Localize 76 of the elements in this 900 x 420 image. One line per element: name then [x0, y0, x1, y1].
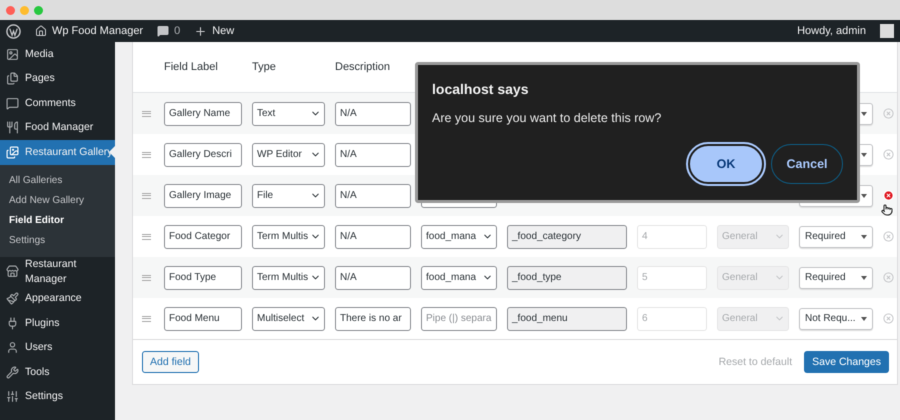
sidebar-item[interactable]: Pages — [0, 66, 115, 91]
required-select[interactable]: Required — [799, 226, 873, 248]
required-select[interactable]: Not Requ... — [799, 308, 873, 330]
image-icon — [6, 48, 19, 61]
comment-count: 0 — [174, 25, 180, 37]
ok-button[interactable]: OK — [688, 144, 764, 184]
description-input[interactable]: N/A — [335, 142, 411, 166]
pointer-cursor-icon — [881, 204, 893, 216]
site-name-link[interactable]: Wp Food Manager — [52, 25, 144, 37]
label-input[interactable]: Gallery Name — [164, 102, 242, 126]
cancel-button[interactable]: Cancel — [771, 144, 843, 184]
label-input[interactable]: Gallery Image — [164, 184, 242, 208]
sidebar-item[interactable]: Restaurant Gallery — [0, 140, 115, 164]
column-header: Description — [335, 61, 392, 73]
sidebar-item[interactable]: Users — [0, 336, 115, 360]
description-input[interactable]: N/A — [335, 102, 411, 126]
description-input[interactable]: There is no ar — [335, 306, 411, 330]
drag-handle-icon[interactable] — [142, 192, 151, 198]
submenu-item[interactable]: All Galleries — [0, 170, 115, 190]
pages-icon — [6, 72, 19, 86]
store-icon — [6, 265, 19, 278]
utensils-icon — [6, 121, 19, 134]
drag-handle-icon[interactable] — [142, 152, 151, 158]
dialog-message: Are you sure you want to delete this row? — [432, 111, 662, 125]
description-input[interactable]: N/A — [335, 224, 411, 248]
drag-handle-icon[interactable] — [142, 316, 151, 322]
sidebar-item[interactable]: Restaurant Manager — [0, 256, 115, 286]
sidebar-item[interactable]: Comments — [0, 91, 115, 116]
submenu-item[interactable]: Add New Gallery — [0, 190, 115, 210]
column-header: Type — [252, 61, 277, 73]
maximize-dot[interactable] — [34, 6, 43, 14]
plus-icon[interactable] — [194, 24, 208, 38]
drag-handle-icon[interactable] — [142, 110, 151, 116]
paintbrush-icon — [6, 292, 19, 306]
close-dot[interactable] — [6, 6, 15, 14]
type-select[interactable]: Multiselect — [252, 306, 325, 330]
sidebar-item[interactable]: Plugins — [0, 311, 115, 336]
add-field-button[interactable]: Add field — [142, 351, 199, 373]
placeholder-select[interactable]: food_mana — [421, 224, 497, 248]
type-select[interactable]: Text — [252, 102, 325, 126]
label-input[interactable]: Food Menu — [164, 306, 242, 330]
label-input[interactable]: Food Categor — [164, 224, 242, 248]
type-select[interactable]: Term Multis — [252, 266, 325, 290]
sidebar-item[interactable]: Media — [0, 42, 115, 66]
type-select[interactable]: Term Multis — [252, 224, 325, 248]
description-input[interactable]: N/A — [335, 266, 411, 290]
sidebar-item[interactable]: Tools — [0, 360, 115, 384]
drag-handle-icon[interactable] — [142, 234, 151, 240]
gallery-icon — [6, 146, 19, 159]
submenu-item[interactable]: Settings — [0, 230, 115, 250]
speech-bubble-icon — [6, 96, 19, 110]
new-link[interactable]: New — [212, 25, 234, 37]
description-input[interactable]: N/A — [335, 184, 411, 208]
save-button[interactable]: Save Changes — [804, 351, 889, 373]
sidebar-item[interactable]: Settings — [0, 384, 115, 409]
required-select[interactable]: Required — [799, 266, 873, 288]
minimize-dot[interactable] — [20, 6, 29, 14]
submenu-item[interactable]: Field Editor — [0, 210, 115, 230]
wordpress-logo-icon[interactable] — [6, 24, 21, 38]
label-input[interactable]: Gallery Descri — [164, 142, 242, 166]
user-icon — [6, 341, 19, 354]
wrench-icon — [6, 366, 19, 379]
dialog-title: localhost says — [432, 81, 530, 97]
plug-icon — [6, 316, 19, 330]
greeting-link[interactable]: Howdy, admin — [797, 25, 866, 37]
sidebar-item[interactable]: Appearance — [0, 286, 115, 311]
column-header: Field Label — [164, 61, 219, 73]
label-input[interactable]: Food Type — [164, 266, 242, 290]
sidebar-item[interactable]: Food Manager — [0, 116, 115, 140]
drag-handle-icon[interactable] — [142, 274, 151, 280]
comment-icon[interactable] — [157, 25, 170, 37]
placeholder-select[interactable]: food_mana — [421, 266, 497, 290]
type-select[interactable]: WP Editor — [252, 142, 325, 166]
type-select[interactable]: File — [252, 184, 325, 208]
home-icon[interactable] — [35, 25, 47, 37]
sliders-icon — [6, 390, 19, 404]
